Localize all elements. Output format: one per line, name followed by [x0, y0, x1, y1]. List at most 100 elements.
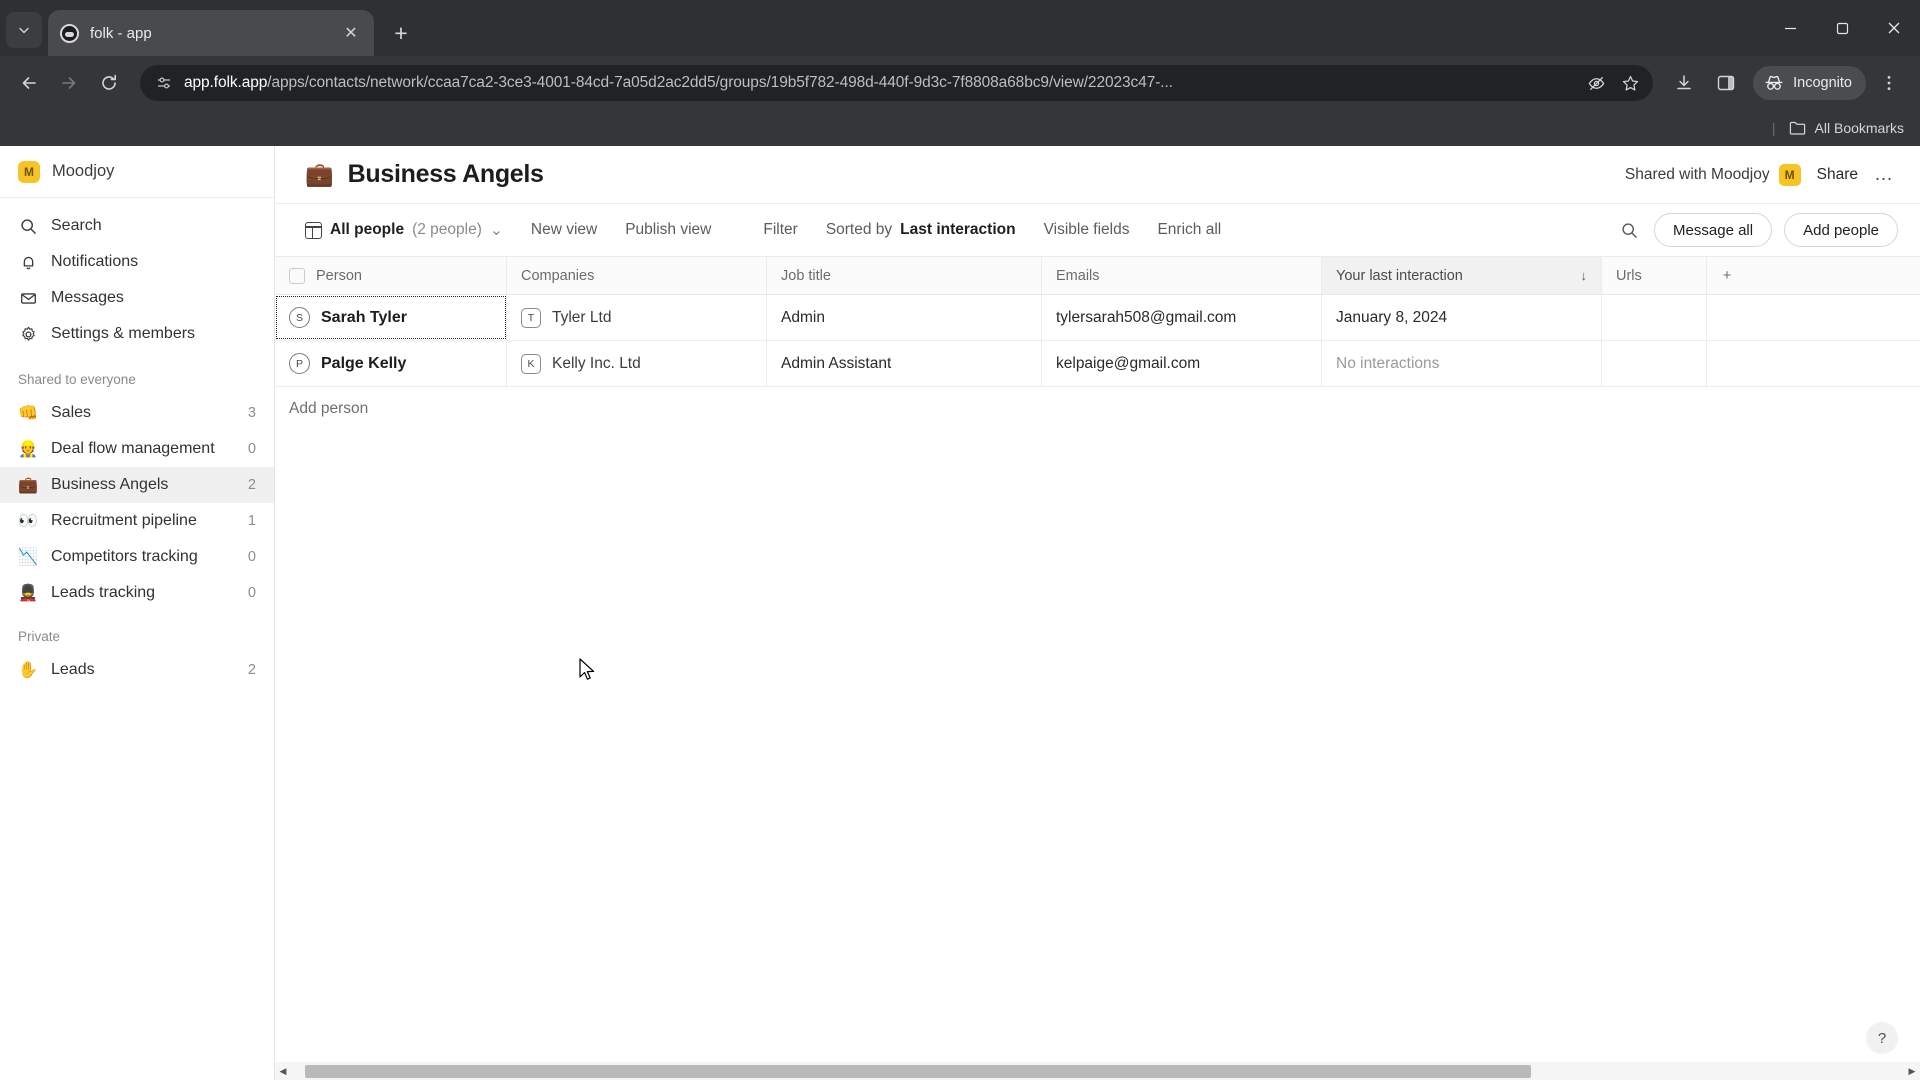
select-all-checkbox[interactable] [289, 267, 305, 284]
toolbar-right-actions: Message all Add people [1616, 213, 1898, 247]
sort-button[interactable]: Sorted by Last interaction [812, 214, 1030, 246]
sidebar-item-deal-flow-management[interactable]: 👷 Deal flow management 0 [0, 431, 274, 467]
sidebar-item-label: Search [51, 217, 102, 234]
column-header-urls[interactable]: Urls [1602, 257, 1707, 294]
arrow-left-icon [22, 77, 36, 89]
forward-button[interactable] [50, 64, 88, 102]
shared-with-indicator[interactable]: Shared with Moodjoy M [1625, 163, 1801, 186]
omnibox-actions [1581, 68, 1645, 98]
cell-companies[interactable]: T Tyler Ltd [507, 295, 767, 340]
tracking-protection-icon[interactable] [1581, 68, 1611, 98]
main-area: 💼 Business Angels Shared with Moodjoy M … [275, 146, 1920, 1080]
downloads-button[interactable] [1665, 64, 1703, 102]
view-selector[interactable]: All people (2 people) ⌄ [305, 214, 517, 246]
sidebar-item-recruitment-pipeline[interactable]: 👀 Recruitment pipeline 1 [0, 503, 274, 539]
cell-person[interactable]: P Palge Kelly [275, 341, 507, 386]
cell-urls[interactable] [1602, 341, 1707, 386]
sidebar-item-label: Deal flow management [51, 440, 215, 457]
cell-companies[interactable]: K Kelly Inc. Ltd [507, 341, 767, 386]
add-people-button[interactable]: Add people [1784, 213, 1898, 247]
close-icon[interactable]: ✕ [340, 22, 362, 44]
browser-window: folk - app ✕ + app.folk.app/apps/contact… [0, 0, 1920, 1080]
view-toolbar: All people (2 people) ⌄ New view Publish… [275, 204, 1920, 256]
scrollbar-track[interactable] [291, 1064, 1904, 1078]
incognito-indicator[interactable]: Incognito [1753, 66, 1866, 100]
cell-person[interactable]: S Sarah Tyler [275, 295, 507, 340]
cell-last-interaction[interactable]: No interactions [1322, 341, 1602, 386]
eye-off-icon [1588, 76, 1604, 90]
cell-email[interactable]: tylersarah508@gmail.com [1042, 295, 1322, 340]
search-icon [18, 218, 38, 235]
publish-view-button[interactable]: Publish view [611, 214, 725, 246]
page-content: M Moodjoy Search Notifications Messages … [0, 146, 1920, 1080]
sidebar-item-notifications[interactable]: Notifications [0, 244, 274, 280]
new-view-button[interactable]: New view [517, 214, 611, 246]
table-row[interactable]: S Sarah Tyler T Tyler Ltd Admin tylersar… [275, 295, 1920, 341]
visible-fields-button[interactable]: Visible fields [1030, 214, 1144, 246]
column-header-person[interactable]: Person [275, 257, 507, 294]
sorted-by-prefix: Sorted by [825, 221, 893, 238]
filter-button[interactable]: Filter [749, 214, 811, 246]
tab-strip: folk - app ✕ + [0, 0, 1920, 56]
column-header-companies[interactable]: Companies [507, 257, 767, 294]
cell-job-title[interactable]: Admin Assistant [767, 341, 1042, 386]
column-header-job-title[interactable]: Job title [767, 257, 1042, 294]
scroll-right-arrow[interactable]: ▶ [1904, 1066, 1920, 1077]
message-all-button[interactable]: Message all [1654, 213, 1773, 247]
search-icon[interactable] [1616, 217, 1642, 243]
envelope-icon [18, 290, 38, 307]
table-row[interactable]: P Palge Kelly K Kelly Inc. Ltd Admin Ass… [275, 341, 1920, 387]
sidebar-item-sales[interactable]: 👊 Sales 3 [0, 395, 274, 431]
company-name: Tyler Ltd [552, 308, 612, 326]
briefcase-emoji-icon: 💼 [305, 161, 334, 187]
browser-tab[interactable]: folk - app ✕ [48, 10, 374, 56]
arrow-right-icon [62, 77, 76, 89]
cell-last-interaction[interactable]: January 8, 2024 [1322, 295, 1602, 340]
enrich-all-button[interactable]: Enrich all [1143, 214, 1235, 246]
tab-search-button[interactable] [6, 12, 42, 48]
bookmark-star-icon[interactable] [1615, 68, 1645, 98]
person-name: Sarah Tyler [321, 308, 407, 326]
minimize-button[interactable] [1764, 0, 1816, 56]
workspace-switcher[interactable]: M Moodjoy [0, 146, 274, 198]
cell-email[interactable]: kelpaige@gmail.com [1042, 341, 1322, 386]
cell-spacer [1707, 341, 1747, 386]
side-panel-button[interactable] [1707, 64, 1745, 102]
address-bar[interactable]: app.folk.app/apps/contacts/network/ccaa7… [140, 65, 1654, 101]
sidebar-item-search[interactable]: Search [0, 208, 274, 244]
all-bookmarks-label[interactable]: All Bookmarks [1815, 120, 1904, 136]
sidebar-item-leads[interactable]: ✋ Leads 2 [0, 652, 274, 688]
new-tab-button[interactable]: + [384, 16, 418, 50]
sidebar-item-leads-tracking[interactable]: 💂 Leads tracking 0 [0, 575, 274, 611]
add-person-button[interactable]: Add person [275, 387, 1920, 431]
sidebar-item-count: 0 [247, 585, 256, 601]
scrollbar-thumb[interactable] [305, 1064, 1531, 1078]
sidebar-item-competitors-tracking[interactable]: 📉 Competitors tracking 0 [0, 539, 274, 575]
scroll-left-arrow[interactable]: ◀ [275, 1066, 291, 1077]
maximize-button[interactable] [1816, 0, 1868, 56]
horizontal-scrollbar[interactable]: ◀ ▶ [275, 1062, 1920, 1080]
sidebar-item-label: Messages [51, 289, 124, 306]
avatar: M [1778, 163, 1801, 186]
add-column-button[interactable]: + [1707, 257, 1747, 294]
close-window-button[interactable] [1868, 0, 1920, 56]
sidebar-item-settings-members[interactable]: Settings & members [0, 316, 274, 352]
share-button[interactable]: Share [1817, 166, 1858, 184]
sidebar-item-messages[interactable]: Messages [0, 280, 274, 316]
more-options-button[interactable]: … [1874, 164, 1894, 186]
person-name: Palge Kelly [321, 354, 407, 372]
column-header-your-last-interaction[interactable]: Your last interaction ↓ [1322, 257, 1602, 294]
briefcase-emoji-icon: 💼 [18, 477, 38, 494]
sidebar-item-count: 0 [247, 441, 256, 457]
back-button[interactable] [10, 64, 48, 102]
reload-icon [102, 74, 116, 90]
reload-button[interactable] [90, 64, 128, 102]
chrome-menu-button[interactable] [1870, 64, 1908, 102]
sidebar-item-business-angels[interactable]: 💼 Business Angels 2 [0, 467, 274, 503]
workspace-name: Moodjoy [52, 162, 115, 180]
column-header-emails[interactable]: Emails [1042, 257, 1322, 294]
cell-job-title[interactable]: Admin [767, 295, 1042, 340]
help-button[interactable]: ? [1866, 1022, 1898, 1054]
site-settings-icon[interactable] [154, 73, 174, 93]
cell-urls[interactable] [1602, 295, 1707, 340]
